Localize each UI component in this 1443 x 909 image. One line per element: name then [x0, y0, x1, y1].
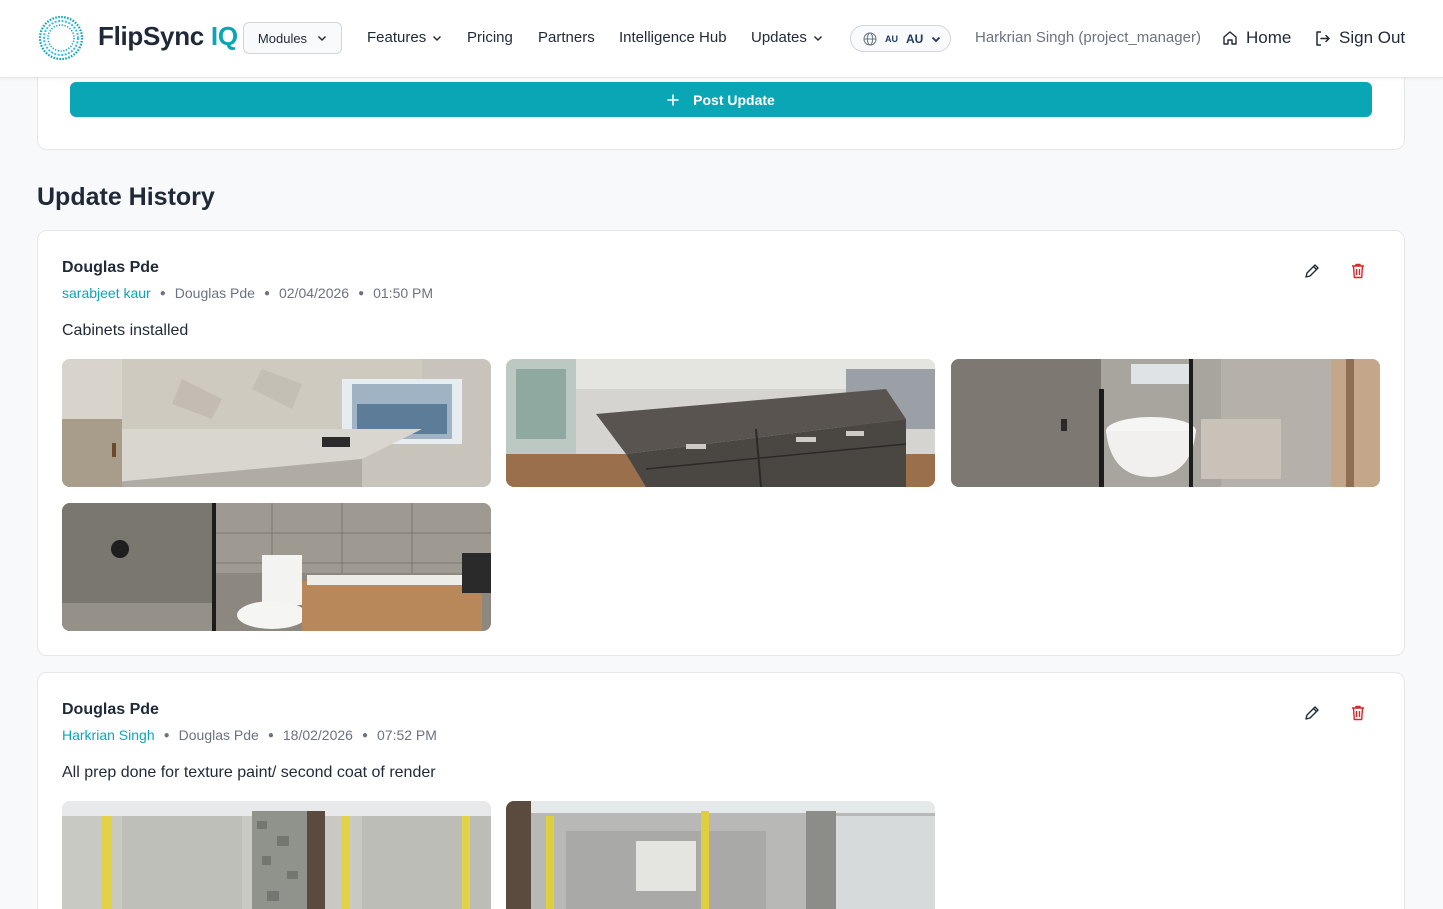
sign-out-button[interactable]: Sign Out: [1314, 28, 1405, 48]
update-meta: Harkrian Singh ● Douglas Pde ● 18/02/202…: [62, 727, 437, 743]
pencil-icon: [1305, 706, 1319, 720]
separator-dot: ●: [263, 287, 270, 299]
update-author[interactable]: Harkrian Singh: [62, 727, 155, 743]
kitchen-island-photo[interactable]: [506, 359, 935, 487]
update-title: Douglas Pde: [62, 701, 159, 718]
bathroom-bathtub-photo[interactable]: [951, 359, 1380, 487]
brand-name[interactable]: FlipSync IQ: [98, 21, 238, 52]
pencil-icon: [1305, 264, 1319, 278]
chevron-down-icon: [932, 36, 941, 42]
top-navigation-bar: FlipSync IQ Modules Features Pricing Par…: [0, 0, 1443, 78]
nav-partners[interactable]: Partners: [538, 29, 595, 46]
delete-update-button[interactable]: [1348, 261, 1368, 281]
update-text: Cabinets installed: [62, 322, 189, 339]
update-text: All prep done for texture paint/ second …: [62, 764, 436, 781]
separator-dot: ●: [159, 287, 166, 299]
brand-name-text: FlipSync: [98, 21, 204, 51]
separator-dot: ●: [358, 287, 365, 299]
region-selector[interactable]: AU AU: [850, 25, 951, 52]
modules-dropdown-button[interactable]: Modules: [243, 22, 342, 54]
region-flag: AU: [885, 33, 898, 44]
sign-out-icon: [1316, 30, 1330, 46]
nav-updates-label: Updates: [751, 29, 807, 46]
delete-update-button[interactable]: [1348, 703, 1368, 723]
current-user-name: Harkrian Singh (project_manager): [975, 29, 1201, 46]
update-date: 18/02/2026: [282, 727, 353, 743]
region-code: AU: [906, 31, 924, 46]
post-update-label: Post Update: [693, 91, 775, 108]
plus-icon: [667, 93, 679, 106]
nav-pricing[interactable]: Pricing: [467, 29, 513, 46]
logo-ring-icon[interactable]: [37, 14, 85, 62]
chevron-down-icon: [318, 36, 327, 41]
home-label: Home: [1246, 28, 1292, 47]
home-icon: [1223, 31, 1237, 45]
chevron-down-icon: [813, 35, 822, 41]
kitchen-benchtop-photo[interactable]: [62, 359, 491, 487]
modules-label: Modules: [257, 30, 308, 46]
trash-icon: [1352, 263, 1364, 279]
post-update-button[interactable]: Post Update: [70, 82, 1372, 117]
separator-dot: ●: [361, 729, 368, 741]
bathroom-vanity-photo[interactable]: [62, 503, 491, 631]
update-property: Douglas Pde: [178, 727, 259, 743]
update-card: Douglas Pde sarabjeet kaur ● Douglas Pde…: [37, 230, 1405, 656]
nav-features[interactable]: Features: [367, 29, 442, 46]
render-wall-photo[interactable]: [62, 801, 491, 909]
nav-updates[interactable]: Updates: [751, 29, 823, 46]
edit-update-button[interactable]: [1302, 703, 1322, 723]
update-title: Douglas Pde: [62, 259, 159, 276]
update-property: Douglas Pde: [174, 285, 255, 301]
update-meta: sarabjeet kaur ● Douglas Pde ● 02/04/202…: [62, 285, 433, 301]
brand-suffix: IQ: [210, 21, 238, 51]
separator-dot: ●: [267, 729, 274, 741]
home-link[interactable]: Home: [1222, 28, 1291, 48]
update-time: 07:52 PM: [377, 727, 437, 743]
nav-intelligence-hub[interactable]: Intelligence Hub: [619, 29, 727, 46]
globe-icon: [863, 32, 877, 45]
update-time: 01:50 PM: [373, 285, 434, 301]
edit-update-button[interactable]: [1302, 261, 1322, 281]
separator-dot: ●: [163, 729, 170, 741]
update-card: Douglas Pde Harkrian Singh ● Douglas Pde…: [37, 672, 1405, 909]
update-date: 02/04/2026: [278, 285, 350, 301]
exterior-wall-photo[interactable]: [506, 801, 935, 909]
update-author[interactable]: sarabjeet kaur: [62, 285, 151, 301]
trash-icon: [1352, 705, 1364, 721]
nav-features-label: Features: [367, 29, 427, 46]
sign-out-label: Sign Out: [1339, 28, 1406, 47]
update-history-title: Update History: [37, 183, 215, 211]
chevron-down-icon: [433, 35, 442, 41]
